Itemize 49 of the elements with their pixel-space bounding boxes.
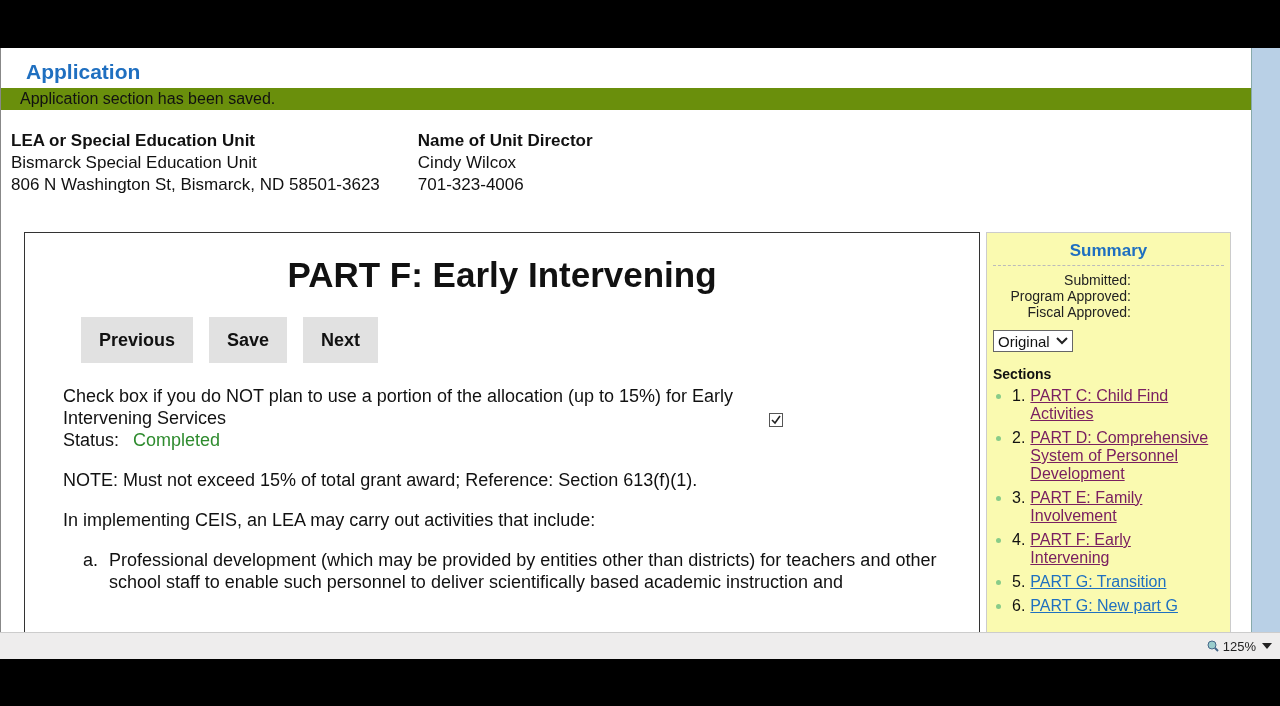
section-link[interactable]: PART G: Transition (1030, 573, 1167, 591)
contact-line: 806 N Washington St, Bismarck, ND 58501-3623 (11, 174, 380, 196)
caret-icon[interactable] (1262, 643, 1272, 649)
bullet-icon (996, 496, 1001, 501)
section-number: 4. (1012, 531, 1026, 550)
section-number: 1. (1012, 387, 1026, 406)
section-link[interactable]: PART G: New part G (1030, 597, 1178, 615)
bullet-icon (996, 580, 1001, 585)
section-number: 2. (1012, 429, 1026, 448)
zoom-level[interactable]: 125% (1222, 638, 1256, 654)
intro-text: In implementing CEIS, an LEA may carry out activities that include: (63, 509, 597, 531)
section-number: 6. (1012, 597, 1026, 615)
nav-button[interactable]: Next (303, 317, 379, 363)
bullet-icon (996, 394, 1001, 399)
section-heading: PART F: Early Intervening (286, 255, 718, 295)
section-link[interactable]: PART D: Comprehensive System of Personnel Development (1030, 429, 1210, 483)
version-select[interactable]: Original (993, 330, 1073, 352)
contact-heading: LEA or Special Education Unit (11, 130, 256, 152)
summary-field: Submitted: (993, 272, 1131, 288)
section-link[interactable]: PART F: Early Intervening (1030, 531, 1210, 567)
page-title: Application (25, 59, 142, 85)
zoom-icon (1206, 640, 1219, 652)
sections-title: Sections (993, 366, 1053, 382)
section-number: 5. (1012, 573, 1026, 591)
list-text: Professional development (which may be provided by entities other than districts) for teachers and other school staff to enable such personnel to deliver scientifically based academic instruction and (109, 549, 938, 593)
contact-heading: Name of Unit Director (417, 130, 593, 152)
contact-line: Bismarck Special Education Unit (11, 152, 258, 174)
summary-title: Summary (993, 239, 1224, 266)
bullet-icon (996, 436, 1001, 441)
contact-line: 701-323-4006 (417, 174, 525, 196)
status-value: Completed (133, 430, 221, 450)
list-marker: a. (83, 549, 99, 572)
section-link[interactable]: PART E: Family Involvement (1030, 489, 1210, 525)
summary-field: Program Approved: (993, 288, 1131, 304)
chevron-icon (1056, 337, 1068, 345)
bullet-icon (996, 604, 1001, 609)
scrollbar[interactable] (1251, 48, 1280, 632)
nav-button[interactable]: Previous (81, 317, 194, 363)
save-notice: Application section has been saved. (1, 88, 1251, 110)
checkbox-label: Check box if you do NOT plan to use a portion of the allocation (up to 15%) for Early Intervening Services (63, 385, 735, 429)
note-text: NOTE: Must not exceed 15% of total grant award; Reference: Section 613(f)(1). (63, 469, 699, 491)
nav-button[interactable]: Save (209, 317, 288, 363)
section-link[interactable]: PART C: Child Find Activities (1030, 387, 1210, 423)
summary-field: Fiscal Approved: (993, 304, 1131, 320)
contact-line: Cindy Wilcox (417, 152, 518, 174)
section-number: 3. (1012, 489, 1026, 508)
checkbox[interactable] (769, 413, 783, 427)
bullet-icon (996, 538, 1001, 543)
status-label: Status: (63, 430, 120, 450)
